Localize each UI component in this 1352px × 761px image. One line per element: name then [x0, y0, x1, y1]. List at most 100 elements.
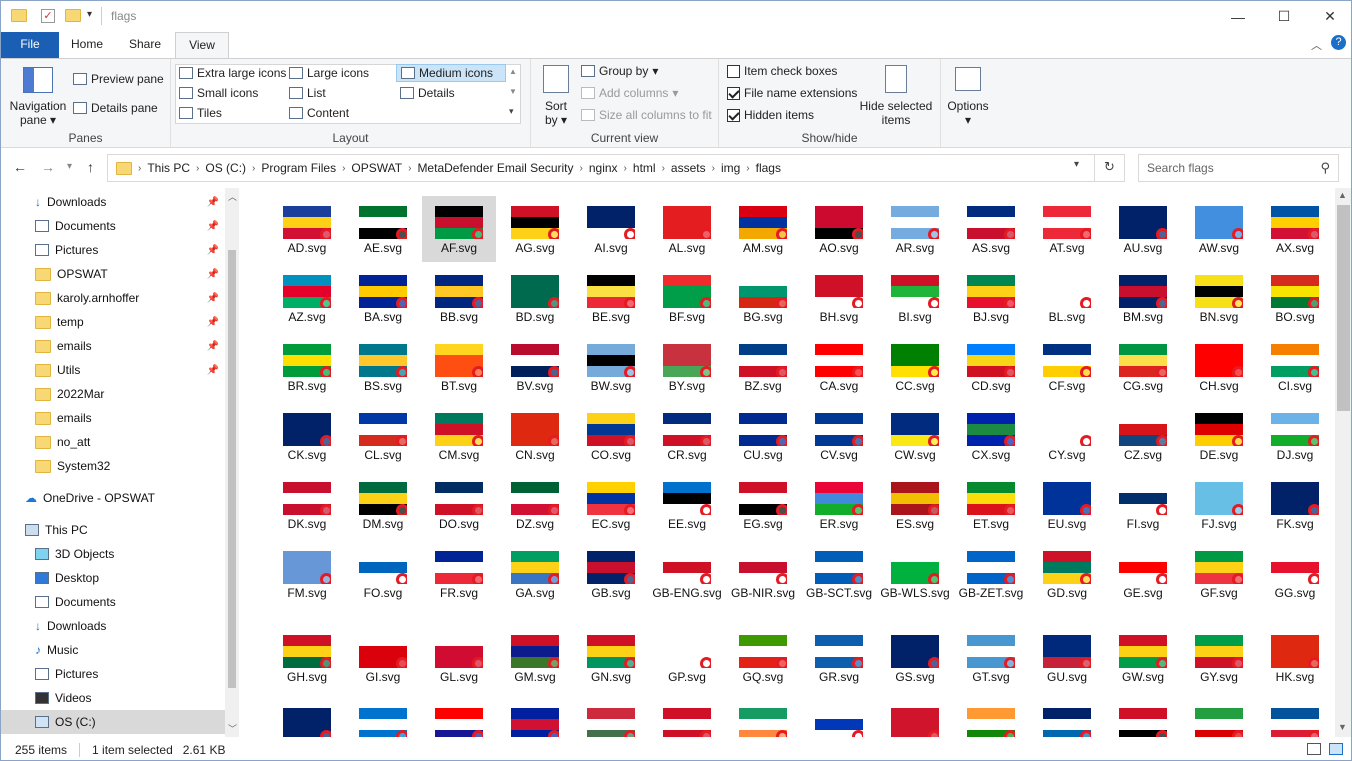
- nav-item-system32[interactable]: System32: [1, 454, 225, 478]
- pin-icon[interactable]: 📌: [207, 245, 219, 256]
- file-item[interactable]: GN.svg: [574, 625, 648, 691]
- file-item[interactable]: AZ.svg: [270, 265, 344, 331]
- file-item[interactable]: CK.svg: [270, 403, 344, 469]
- nav-item-videos[interactable]: Videos: [1, 686, 225, 710]
- file-item[interactable]: GW.svg: [1106, 625, 1180, 691]
- file-item[interactable]: EG.svg: [726, 472, 800, 538]
- hide-selected-items-button[interactable]: Hide selected items: [860, 99, 933, 127]
- file-item[interactable]: [346, 698, 420, 737]
- nav-item-karoly[interactable]: karoly.arnhoffer 📌: [1, 286, 225, 310]
- file-item[interactable]: GI.svg: [346, 625, 420, 691]
- file-item[interactable]: GR.svg: [802, 625, 876, 691]
- nav-item-desktop[interactable]: Desktop: [1, 566, 225, 590]
- scroll-down-icon[interactable]: ﹀: [228, 722, 237, 735]
- file-item[interactable]: BB.svg: [422, 265, 496, 331]
- pin-icon[interactable]: 📌: [207, 341, 219, 352]
- file-item[interactable]: GA.svg: [498, 541, 572, 607]
- file-item[interactable]: CR.svg: [650, 403, 724, 469]
- gallery-down-icon[interactable]: ▼: [509, 87, 517, 96]
- file-item[interactable]: GB-ZET.svg: [954, 541, 1028, 607]
- file-item[interactable]: CF.svg: [1030, 334, 1104, 400]
- breadcrumb-this-pc[interactable]: This PC: [141, 161, 196, 175]
- file-item[interactable]: [954, 698, 1028, 737]
- file-item[interactable]: BS.svg: [346, 334, 420, 400]
- file-item[interactable]: ER.svg: [802, 472, 876, 538]
- file-item[interactable]: AX.svg: [1258, 196, 1332, 262]
- layout-large-icons[interactable]: Large icons: [289, 66, 369, 80]
- file-item[interactable]: CL.svg: [346, 403, 420, 469]
- breadcrumb-opswat[interactable]: OPSWAT: [345, 161, 408, 175]
- file-item[interactable]: CV.svg: [802, 403, 876, 469]
- nav-item-onedrive[interactable]: ☁ OneDrive - OPSWAT: [1, 486, 225, 510]
- file-item[interactable]: [1106, 698, 1180, 737]
- breadcrumb-html[interactable]: html: [627, 161, 662, 175]
- pin-icon[interactable]: 📌: [207, 293, 219, 304]
- file-item[interactable]: AR.svg: [878, 196, 952, 262]
- file-item[interactable]: GP.svg: [650, 625, 724, 691]
- file-item[interactable]: CH.svg: [1182, 334, 1256, 400]
- qat-dropdown-icon[interactable]: ▾: [87, 9, 105, 27]
- scroll-up-icon[interactable]: ▲: [1338, 190, 1347, 200]
- file-item[interactable]: HK.svg: [1258, 625, 1332, 691]
- sort-by-button[interactable]: Sort by ▾: [545, 99, 567, 127]
- file-item[interactable]: GB-ENG.svg: [650, 541, 724, 607]
- file-item[interactable]: AO.svg: [802, 196, 876, 262]
- file-item[interactable]: AW.svg: [1182, 196, 1256, 262]
- file-item[interactable]: BZ.svg: [726, 334, 800, 400]
- pin-icon[interactable]: 📌: [207, 221, 219, 232]
- breadcrumb-assets[interactable]: assets: [665, 161, 712, 175]
- item-check-boxes-toggle[interactable]: Item check boxes: [727, 64, 837, 78]
- pin-icon[interactable]: 📌: [207, 197, 219, 208]
- file-item[interactable]: DZ.svg: [498, 472, 572, 538]
- file-item[interactable]: GT.svg: [954, 625, 1028, 691]
- tab-view[interactable]: View: [175, 32, 229, 59]
- nav-item-pictures[interactable]: Pictures 📌: [1, 238, 225, 262]
- file-item[interactable]: ET.svg: [954, 472, 1028, 538]
- properties-icon[interactable]: ✓: [41, 9, 55, 23]
- file-item[interactable]: [878, 698, 952, 737]
- checkbox-unchecked[interactable]: [727, 64, 740, 78]
- breadcrumb-img[interactable]: img: [715, 161, 746, 175]
- pin-icon[interactable]: 📌: [207, 317, 219, 328]
- new-folder-icon[interactable]: [65, 7, 83, 25]
- file-item[interactable]: GS.svg: [878, 625, 952, 691]
- scroll-up-icon[interactable]: ︿: [228, 190, 237, 203]
- breadcrumb-program-files[interactable]: Program Files: [255, 161, 342, 175]
- nav-item-emails-2[interactable]: emails: [1, 406, 225, 430]
- address-dropdown-icon[interactable]: ▾: [1074, 159, 1079, 170]
- file-item[interactable]: CO.svg: [574, 403, 648, 469]
- recent-dropdown-icon[interactable]: ▾: [67, 161, 72, 172]
- layout-content[interactable]: Content: [289, 106, 349, 120]
- file-item[interactable]: [1030, 698, 1104, 737]
- layout-list[interactable]: List: [289, 86, 326, 100]
- preview-pane-button[interactable]: Preview pane: [73, 72, 164, 86]
- checkbox-checked[interactable]: [727, 108, 740, 122]
- file-item[interactable]: CC.svg: [878, 334, 952, 400]
- file-item[interactable]: CA.svg: [802, 334, 876, 400]
- file-item[interactable]: AL.svg: [650, 196, 724, 262]
- file-item[interactable]: GB.svg: [574, 541, 648, 607]
- options-button[interactable]: Options ▾: [947, 99, 989, 127]
- nav-item-temp[interactable]: temp 📌: [1, 310, 225, 334]
- file-item[interactable]: CM.svg: [422, 403, 496, 469]
- file-item[interactable]: GB-SCT.svg: [802, 541, 876, 607]
- nav-item-downloads[interactable]: ↓ Downloads 📌: [1, 190, 225, 214]
- checkbox-checked[interactable]: [727, 86, 740, 100]
- file-item[interactable]: DE.svg: [1182, 403, 1256, 469]
- file-item[interactable]: [650, 698, 724, 737]
- nav-item-2022mar[interactable]: 2022Mar: [1, 382, 225, 406]
- file-item[interactable]: [726, 698, 800, 737]
- breadcrumb-metadefender[interactable]: MetaDefender Email Security: [411, 161, 579, 175]
- file-item[interactable]: FK.svg: [1258, 472, 1332, 538]
- file-item[interactable]: GG.svg: [1258, 541, 1332, 607]
- layout-details[interactable]: Details: [400, 86, 455, 100]
- tab-file[interactable]: File: [1, 32, 59, 58]
- file-item[interactable]: EE.svg: [650, 472, 724, 538]
- file-item[interactable]: EC.svg: [574, 472, 648, 538]
- file-item[interactable]: AU.svg: [1106, 196, 1180, 262]
- forward-arrow-icon[interactable]: →: [41, 159, 55, 175]
- collapse-ribbon-icon[interactable]: ︿: [1311, 37, 1322, 53]
- file-item[interactable]: [270, 698, 344, 737]
- file-item[interactable]: CD.svg: [954, 334, 1028, 400]
- file-item[interactable]: CX.svg: [954, 403, 1028, 469]
